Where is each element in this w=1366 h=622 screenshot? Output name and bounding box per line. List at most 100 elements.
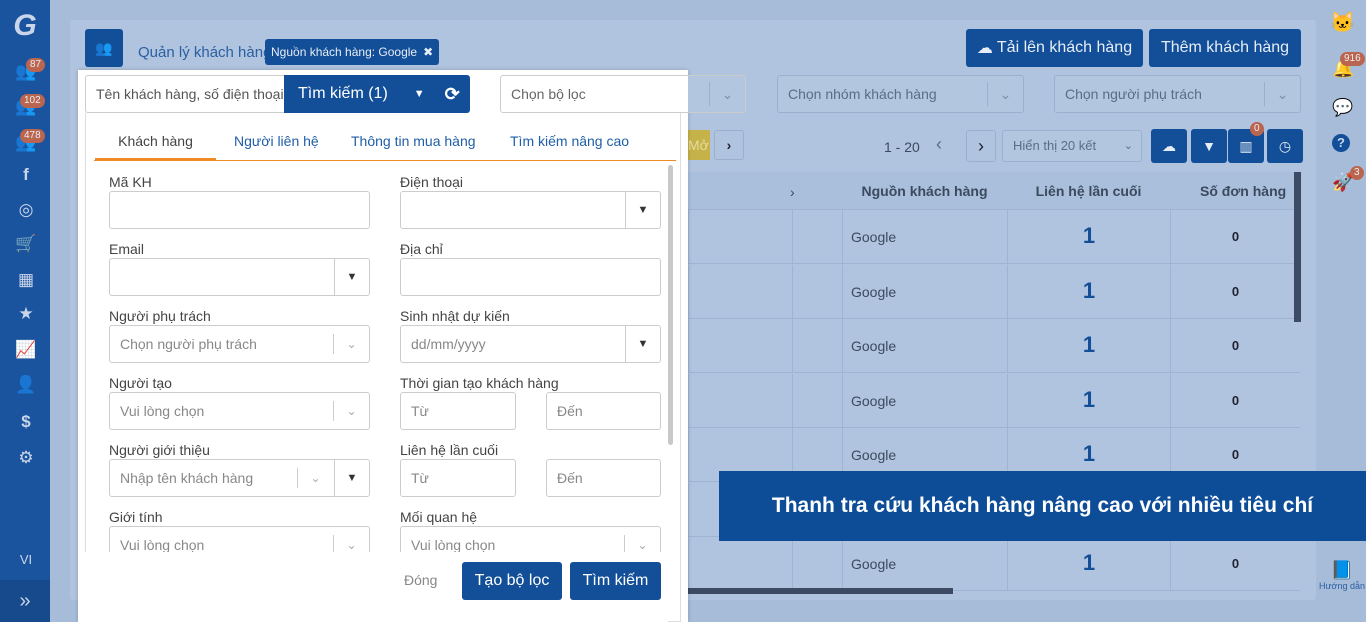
upload-customers-button[interactable]: ☁ Tải lên khách hàng: [966, 29, 1143, 67]
help-icon[interactable]: ?: [1332, 134, 1350, 152]
table-cell: 0: [1170, 373, 1300, 428]
last-contact-value: 1: [1082, 550, 1096, 575]
last-contact-from-input[interactable]: Từ: [400, 459, 516, 497]
more-button[interactable]: Mở: [688, 130, 710, 160]
chart-icon[interactable]: 📈: [15, 340, 37, 360]
owner-select[interactable]: Chọn người phụ trách ⌄: [1054, 75, 1301, 113]
owner-select[interactable]: Chọn người phụ trách ⌄: [109, 325, 370, 363]
chevron-right-icon[interactable]: ›: [714, 130, 744, 160]
download-icon[interactable]: ☁: [1151, 129, 1187, 163]
page-size-select[interactable]: Hiển thị 20 kết ⌄: [1002, 130, 1142, 162]
label: Địa chỉ: [400, 241, 443, 257]
chevron-down-icon: ⌄: [1264, 82, 1300, 106]
cart-icon[interactable]: 🛒: [15, 234, 37, 254]
clock-icon[interactable]: ◷: [1267, 129, 1303, 163]
source-value: Google: [851, 392, 897, 409]
birthday-input[interactable]: dd/mm/yyyy ▼: [400, 325, 661, 363]
filter-placeholder: Chọn bộ lọc: [511, 86, 586, 102]
tab-advanced-search[interactable]: Tìm kiếm nâng cao: [510, 125, 629, 161]
tab-customer[interactable]: Khách hàng: [95, 125, 216, 161]
table-cell: 0: [1170, 210, 1300, 264]
gear-icon[interactable]: ⚙: [15, 448, 37, 468]
popup-scrollbar[interactable]: [668, 165, 673, 445]
created-from-input[interactable]: Từ: [400, 392, 516, 430]
tab-contact[interactable]: Người liên hệ: [234, 125, 319, 161]
order-count-value: 0: [1231, 556, 1240, 571]
language-switch[interactable]: VI: [15, 550, 37, 570]
target-icon[interactable]: ◎: [15, 200, 37, 220]
close-button[interactable]: Đóng: [404, 572, 437, 588]
submit-search-button[interactable]: Tìm kiếm: [570, 562, 661, 600]
label: Giới tính: [109, 509, 163, 525]
phone-input[interactable]: ▼: [400, 191, 661, 229]
close-icon[interactable]: ✖: [423, 45, 433, 59]
avatar[interactable]: 🐱: [1330, 10, 1355, 35]
chevron-right-icon[interactable]: ›: [966, 130, 996, 162]
search-input[interactable]: Tên khách hàng, số điện thoại: [85, 75, 285, 113]
advanced-search-popup: Tên khách hàng, số điện thoại Tìm kiếm (…: [78, 70, 688, 622]
email-input[interactable]: ▼: [109, 258, 370, 296]
table-cell: [792, 319, 842, 373]
column-header[interactable]: Nguồn khách hàng: [842, 172, 1007, 210]
creator-select[interactable]: Vui lòng chọn ⌄: [109, 392, 370, 430]
last-contact-value: 1: [1082, 332, 1096, 357]
table-cell: [792, 264, 842, 319]
dollar-icon[interactable]: $: [15, 412, 37, 432]
label: Người tạo: [109, 375, 172, 391]
caret-down-icon[interactable]: ▼: [414, 88, 425, 100]
table-cell: 1: [1007, 373, 1170, 428]
last-contact-value: 1: [1082, 223, 1096, 248]
last-contact-to-input[interactable]: Đến: [546, 459, 661, 497]
table-cell: 0: [1170, 264, 1300, 319]
create-filter-button[interactable]: Tạo bộ lọc: [462, 562, 562, 600]
last-contact-value: 1: [1082, 441, 1096, 466]
table-cell: [688, 373, 792, 428]
sort-icon[interactable]: ›: [790, 184, 795, 200]
label: Email: [109, 241, 145, 257]
star-icon[interactable]: ★: [15, 304, 37, 324]
created-to-input[interactable]: Đến: [546, 392, 661, 430]
table-cell: [688, 264, 792, 319]
referrer-input[interactable]: Nhập tên khách hàng ⌄ ▼: [109, 459, 370, 497]
source-value: Google: [851, 556, 897, 572]
label: Người phụ trách: [109, 308, 211, 324]
group-select[interactable]: Chọn nhóm khách hàng ⌄: [777, 75, 1024, 113]
chevron-left-icon[interactable]: ‹: [936, 134, 942, 155]
facebook-icon[interactable]: f: [15, 165, 37, 185]
last-contact-value: 1: [1082, 386, 1096, 412]
sidebar: G 👥 87 👥 102 👥 478 f ◎ 🛒 ▦ ★ 📈 👤 $ ⚙ VI …: [0, 0, 50, 622]
filter-select[interactable]: Chọn bộ lọc ⌄: [500, 75, 746, 113]
guide-button[interactable]: 📘 Hướng dẫn: [1318, 560, 1366, 591]
logo-icon[interactable]: G: [8, 8, 42, 44]
chevron-down-icon: ⌄: [709, 82, 745, 106]
cloud-upload-icon: ☁: [976, 40, 993, 57]
customer-code-input[interactable]: [109, 191, 370, 229]
add-customer-button[interactable]: Thêm khách hàng: [1149, 29, 1301, 67]
cubes-icon[interactable]: ▦: [15, 270, 37, 290]
filter-icon[interactable]: ▼: [1191, 129, 1227, 163]
table-cell: 1: [1007, 319, 1170, 373]
tab-purchase-info[interactable]: Thông tin mua hàng: [351, 125, 476, 161]
refresh-icon[interactable]: ⟳: [445, 84, 460, 105]
order-count-value: 0: [1231, 229, 1240, 244]
vertical-scrollbar[interactable]: [1294, 172, 1301, 322]
address-input[interactable]: [400, 258, 661, 296]
caret-down-icon: ▼: [334, 259, 369, 295]
table-cell: Google: [842, 264, 1007, 319]
label: Tải lên khách hàng: [996, 39, 1133, 56]
label: Mối quan hệ: [400, 509, 478, 525]
breadcrumb[interactable]: Quản lý khách hàng: [138, 44, 271, 61]
table-cell: Google: [842, 210, 1007, 264]
horizontal-scrollbar[interactable]: [688, 588, 953, 594]
column-header[interactable]: Số đơn hàng: [1170, 172, 1300, 210]
chevron-down-icon: ⌄: [987, 82, 1023, 106]
filter-tag: Nguồn khách hàng: Google ✖: [265, 39, 440, 65]
expand-sidebar-icon[interactable]: »: [0, 580, 50, 622]
chat-icon[interactable]: 💬: [1332, 98, 1353, 118]
column-header[interactable]: Liên hệ lần cuối: [1007, 172, 1170, 210]
source-value: Google: [851, 229, 897, 245]
badge: 916: [1340, 52, 1365, 66]
label: Thời gian tạo khách hàng: [400, 375, 559, 391]
search-button[interactable]: Tìm kiếm (1) ▼ ⟳: [284, 75, 470, 113]
user-tie-icon[interactable]: 👤: [15, 375, 37, 395]
